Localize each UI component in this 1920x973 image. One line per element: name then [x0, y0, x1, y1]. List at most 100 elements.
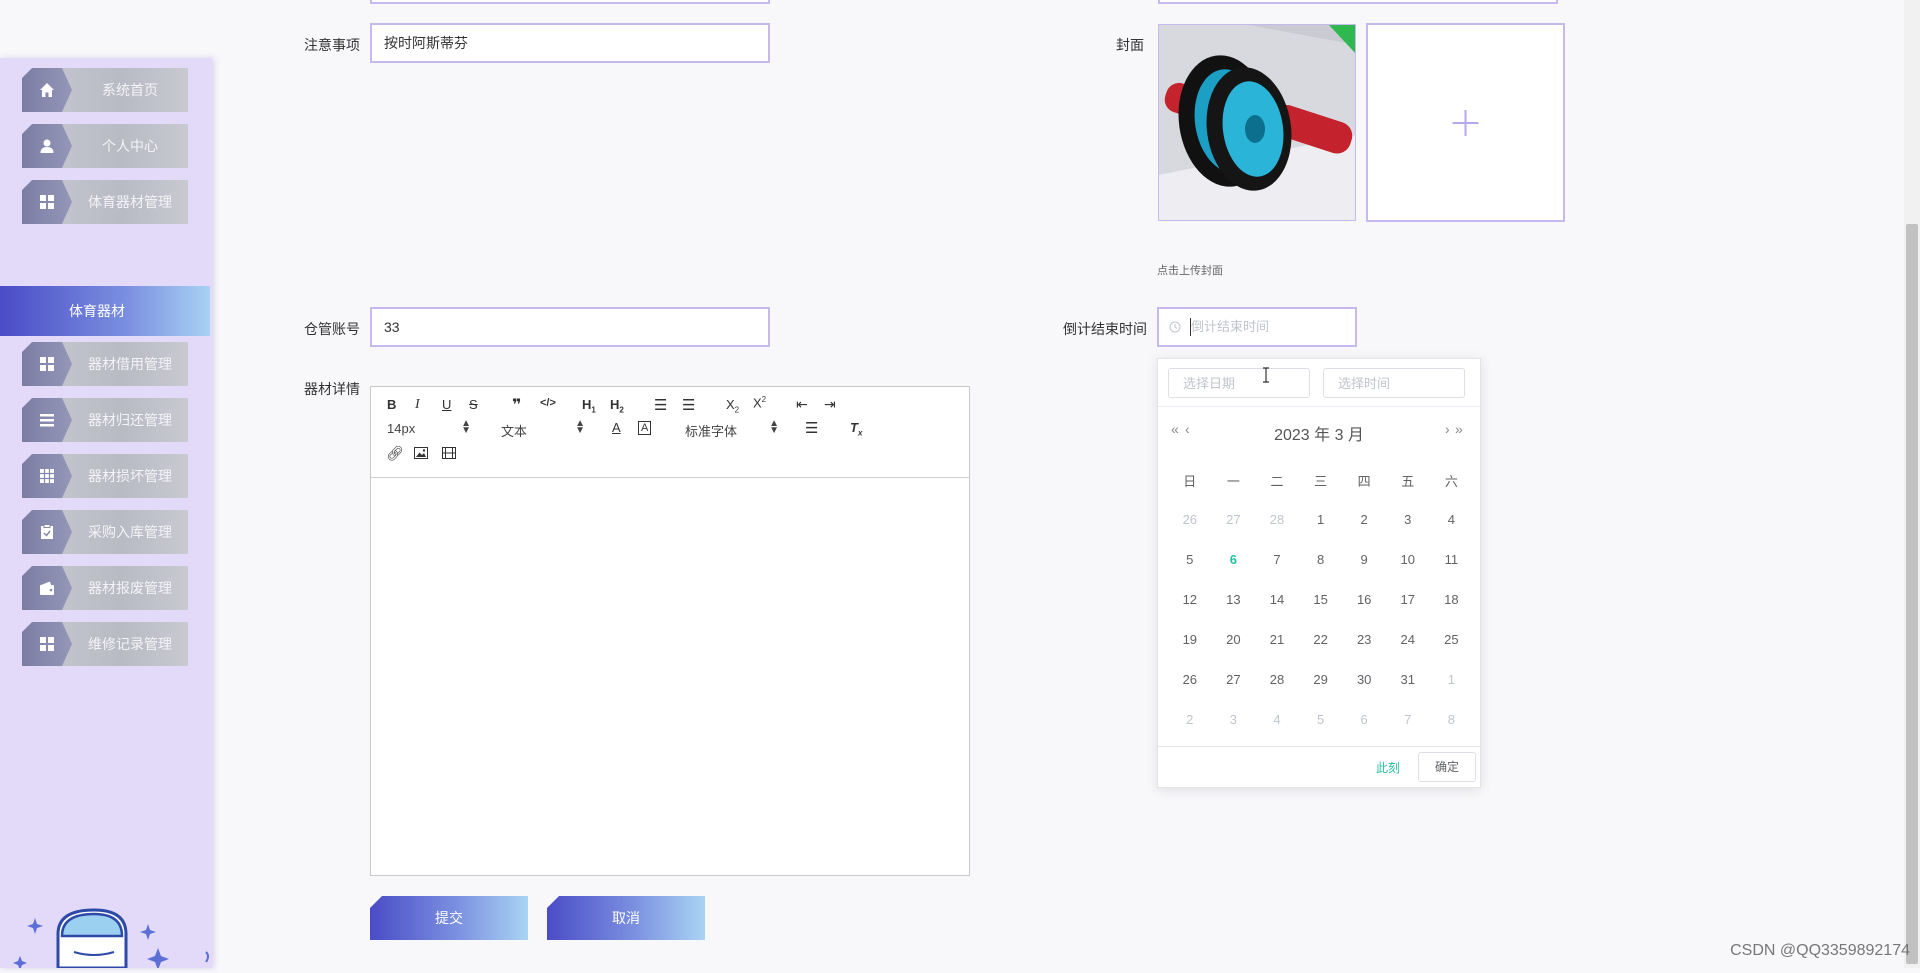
calendar-day[interactable]: 2	[1342, 499, 1386, 539]
subscript-button[interactable]: X2	[726, 397, 739, 415]
calendar-day[interactable]: 3	[1386, 499, 1430, 539]
calendar-day[interactable]: 27	[1212, 659, 1256, 699]
calendar-day[interactable]: 16	[1342, 579, 1386, 619]
calendar-day[interactable]: 2	[1168, 699, 1212, 739]
calendar-day[interactable]: 13	[1212, 579, 1256, 619]
h1-button[interactable]: H1	[582, 397, 596, 415]
calendar-day[interactable]: 11	[1430, 539, 1474, 579]
calendar-day[interactable]: 21	[1255, 619, 1299, 659]
calendar-day[interactable]: 5	[1299, 699, 1343, 739]
calendar-day[interactable]: 4	[1255, 699, 1299, 739]
calendar-day[interactable]: 3	[1212, 699, 1256, 739]
sidebar-item-repair[interactable]: 维修记录管理	[22, 622, 188, 666]
calendar-day[interactable]: 26	[1168, 499, 1212, 539]
sidebar-item-purchase[interactable]: 采购入库管理	[22, 510, 188, 554]
truncated-input-right[interactable]	[1158, 0, 1558, 4]
calendar-day[interactable]: 17	[1386, 579, 1430, 619]
calendar-day[interactable]: 20	[1212, 619, 1256, 659]
blockquote-icon[interactable]: ❞	[512, 395, 521, 415]
calendar-day[interactable]: 29	[1299, 659, 1343, 699]
calendar-day[interactable]: 23	[1342, 619, 1386, 659]
indent-icon[interactable]: ⇥	[824, 396, 836, 413]
sidebar-item-scrap[interactable]: 器材报废管理	[22, 566, 188, 610]
calendar-day[interactable]: 8	[1299, 539, 1343, 579]
link-icon[interactable]: 🔗︎	[386, 445, 404, 462]
rich-text-editor[interactable]: B I U S ❞ </> H1 H2 ☰ ☰ X2 X2 ⇤ ⇥ 14px ▲…	[370, 386, 970, 876]
submit-button[interactable]: 提交	[370, 896, 528, 940]
header-select[interactable]: 文本 ▲ ▼	[501, 419, 585, 440]
cover-upload-hint: 点击上传封面	[1157, 265, 1223, 277]
calendar-day[interactable]: 1	[1299, 499, 1343, 539]
calendar-day[interactable]: 30	[1342, 659, 1386, 699]
bold-button[interactable]: B	[387, 397, 396, 412]
underline-button[interactable]: U	[442, 397, 451, 412]
font-size-select[interactable]: 14px ▲ ▼	[387, 419, 471, 437]
cover-upload-button[interactable]	[1366, 23, 1565, 222]
time-input[interactable]: 选择时间	[1323, 368, 1465, 398]
confirm-button[interactable]: 确定	[1418, 752, 1476, 782]
sidebar-item-damage[interactable]: 器材损坏管理	[22, 454, 188, 498]
image-icon[interactable]	[414, 447, 428, 459]
calendar-day[interactable]: 1	[1430, 659, 1474, 699]
calendar-day[interactable]: 7	[1255, 539, 1299, 579]
sidebar-item-return[interactable]: 器材归还管理	[22, 398, 188, 442]
clear-format-icon[interactable]: Tx	[850, 420, 862, 438]
calendar-day[interactable]: 6	[1342, 699, 1386, 739]
calendar-day[interactable]: 24	[1386, 619, 1430, 659]
sidebar-item-equipment[interactable]: 体育器材管理	[22, 180, 188, 224]
calendar-day[interactable]: 27	[1212, 499, 1256, 539]
calendar-day[interactable]: 4	[1430, 499, 1474, 539]
calendar-day[interactable]: 31	[1386, 659, 1430, 699]
month-label[interactable]: 3 月	[1335, 427, 1364, 444]
calendar-day[interactable]: 22	[1299, 619, 1343, 659]
cancel-button[interactable]: 取消	[547, 896, 705, 940]
sidebar-item-borrow[interactable]: 器材借用管理	[22, 342, 188, 386]
background-color-icon[interactable]: A	[638, 421, 652, 435]
page-scrollbar[interactable]	[1904, 0, 1920, 968]
date-input[interactable]: 选择日期	[1168, 368, 1310, 398]
calendar-day[interactable]: 25	[1430, 619, 1474, 659]
font-color-icon[interactable]: A	[612, 420, 621, 435]
sidebar-subitem-equipment[interactable]: 体育器材	[0, 286, 210, 336]
calendar-day[interactable]: 9	[1342, 539, 1386, 579]
calendar-day[interactable]: 12	[1168, 579, 1212, 619]
truncated-input-left[interactable]	[370, 0, 770, 4]
sidebar-item-label: 器材报废管理	[88, 580, 172, 596]
calendar-day[interactable]: 7	[1386, 699, 1430, 739]
code-icon[interactable]: </>	[540, 397, 556, 409]
notes-input[interactable]: 按时阿斯蒂芬	[370, 23, 770, 63]
calendar-day[interactable]: 8	[1430, 699, 1474, 739]
warehouse-account-input[interactable]: 33	[370, 307, 770, 347]
sidebar-item-home[interactable]: 系统首页	[22, 68, 188, 112]
align-icon[interactable]: ☰	[805, 419, 818, 437]
editor-content-area[interactable]	[371, 478, 969, 876]
calendar-day[interactable]: 28	[1255, 659, 1299, 699]
superscript-button[interactable]: X2	[753, 395, 766, 410]
outdent-icon[interactable]: ⇤	[796, 396, 808, 413]
ordered-list-icon[interactable]: ☰	[654, 396, 667, 414]
font-family-select[interactable]: 标准字体 ▲ ▼	[685, 419, 779, 440]
calendar-day[interactable]: 10	[1386, 539, 1430, 579]
mascot-illustration	[0, 852, 212, 970]
sidebar-item-profile[interactable]: 个人中心	[22, 124, 188, 168]
strike-button[interactable]: S	[469, 397, 478, 412]
calendar-day[interactable]: 15	[1299, 579, 1343, 619]
calendar-day[interactable]: 14	[1255, 579, 1299, 619]
countdown-end-input[interactable]: 倒计结束时间	[1157, 307, 1357, 347]
calendar-day[interactable]: 19	[1168, 619, 1212, 659]
calendar-day[interactable]: 26	[1168, 659, 1212, 699]
calendar-day[interactable]: 5	[1168, 539, 1212, 579]
next-year-button[interactable]: »	[1455, 421, 1463, 437]
now-button[interactable]: 此刻	[1376, 759, 1400, 776]
italic-button[interactable]: I	[415, 397, 420, 413]
bullet-list-icon[interactable]: ☰	[682, 396, 695, 414]
scrollbar-thumb[interactable]	[1906, 224, 1918, 964]
calendar-day-today[interactable]: 6	[1212, 539, 1256, 579]
cover-image[interactable]	[1158, 24, 1356, 221]
next-month-button[interactable]: ›	[1445, 421, 1450, 437]
video-icon[interactable]	[442, 447, 456, 459]
year-label[interactable]: 2023 年	[1274, 427, 1330, 444]
h2-button[interactable]: H2	[610, 397, 624, 415]
calendar-day[interactable]: 28	[1255, 499, 1299, 539]
calendar-day[interactable]: 18	[1430, 579, 1474, 619]
